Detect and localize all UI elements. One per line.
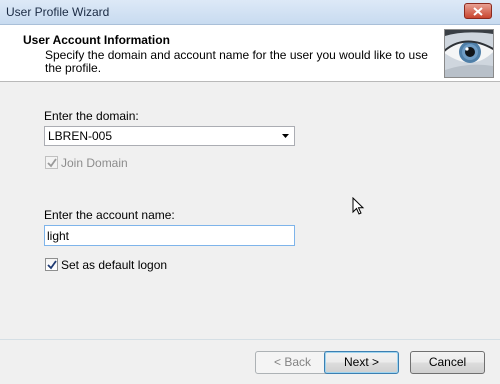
close-icon [473,6,483,16]
next-button[interactable]: Next > [324,351,399,374]
domain-label: Enter the domain: [44,109,139,123]
default-logon-checkbox[interactable] [45,258,58,271]
domain-combobox[interactable]: LBREN-005 [44,126,295,146]
default-logon-label: Set as default logon [61,258,168,272]
join-domain-label: Join Domain [61,156,128,170]
account-name-input[interactable] [44,225,295,246]
footer-divider [0,339,500,340]
back-button[interactable]: < Back [255,351,330,374]
page-subtitle: Specify the domain and account name for … [45,48,428,75]
cancel-button[interactable]: Cancel [410,351,485,374]
account-name-field[interactable] [47,229,287,243]
checkmark-icon [47,260,57,270]
mouse-cursor-icon [352,197,365,215]
wizard-header: User Account Information Specify the dom… [0,25,500,82]
checkmark-icon [47,158,57,168]
window-title: User Profile Wizard [6,5,110,19]
page-title: User Account Information [23,33,170,47]
domain-value: LBREN-005 [48,129,113,143]
join-domain-checkbox[interactable] [45,156,58,169]
close-button[interactable] [464,3,492,19]
eye-banner-image [444,29,494,78]
account-label: Enter the account name: [44,208,175,222]
chevron-down-icon [282,134,289,138]
title-bar: User Profile Wizard [0,0,500,25]
